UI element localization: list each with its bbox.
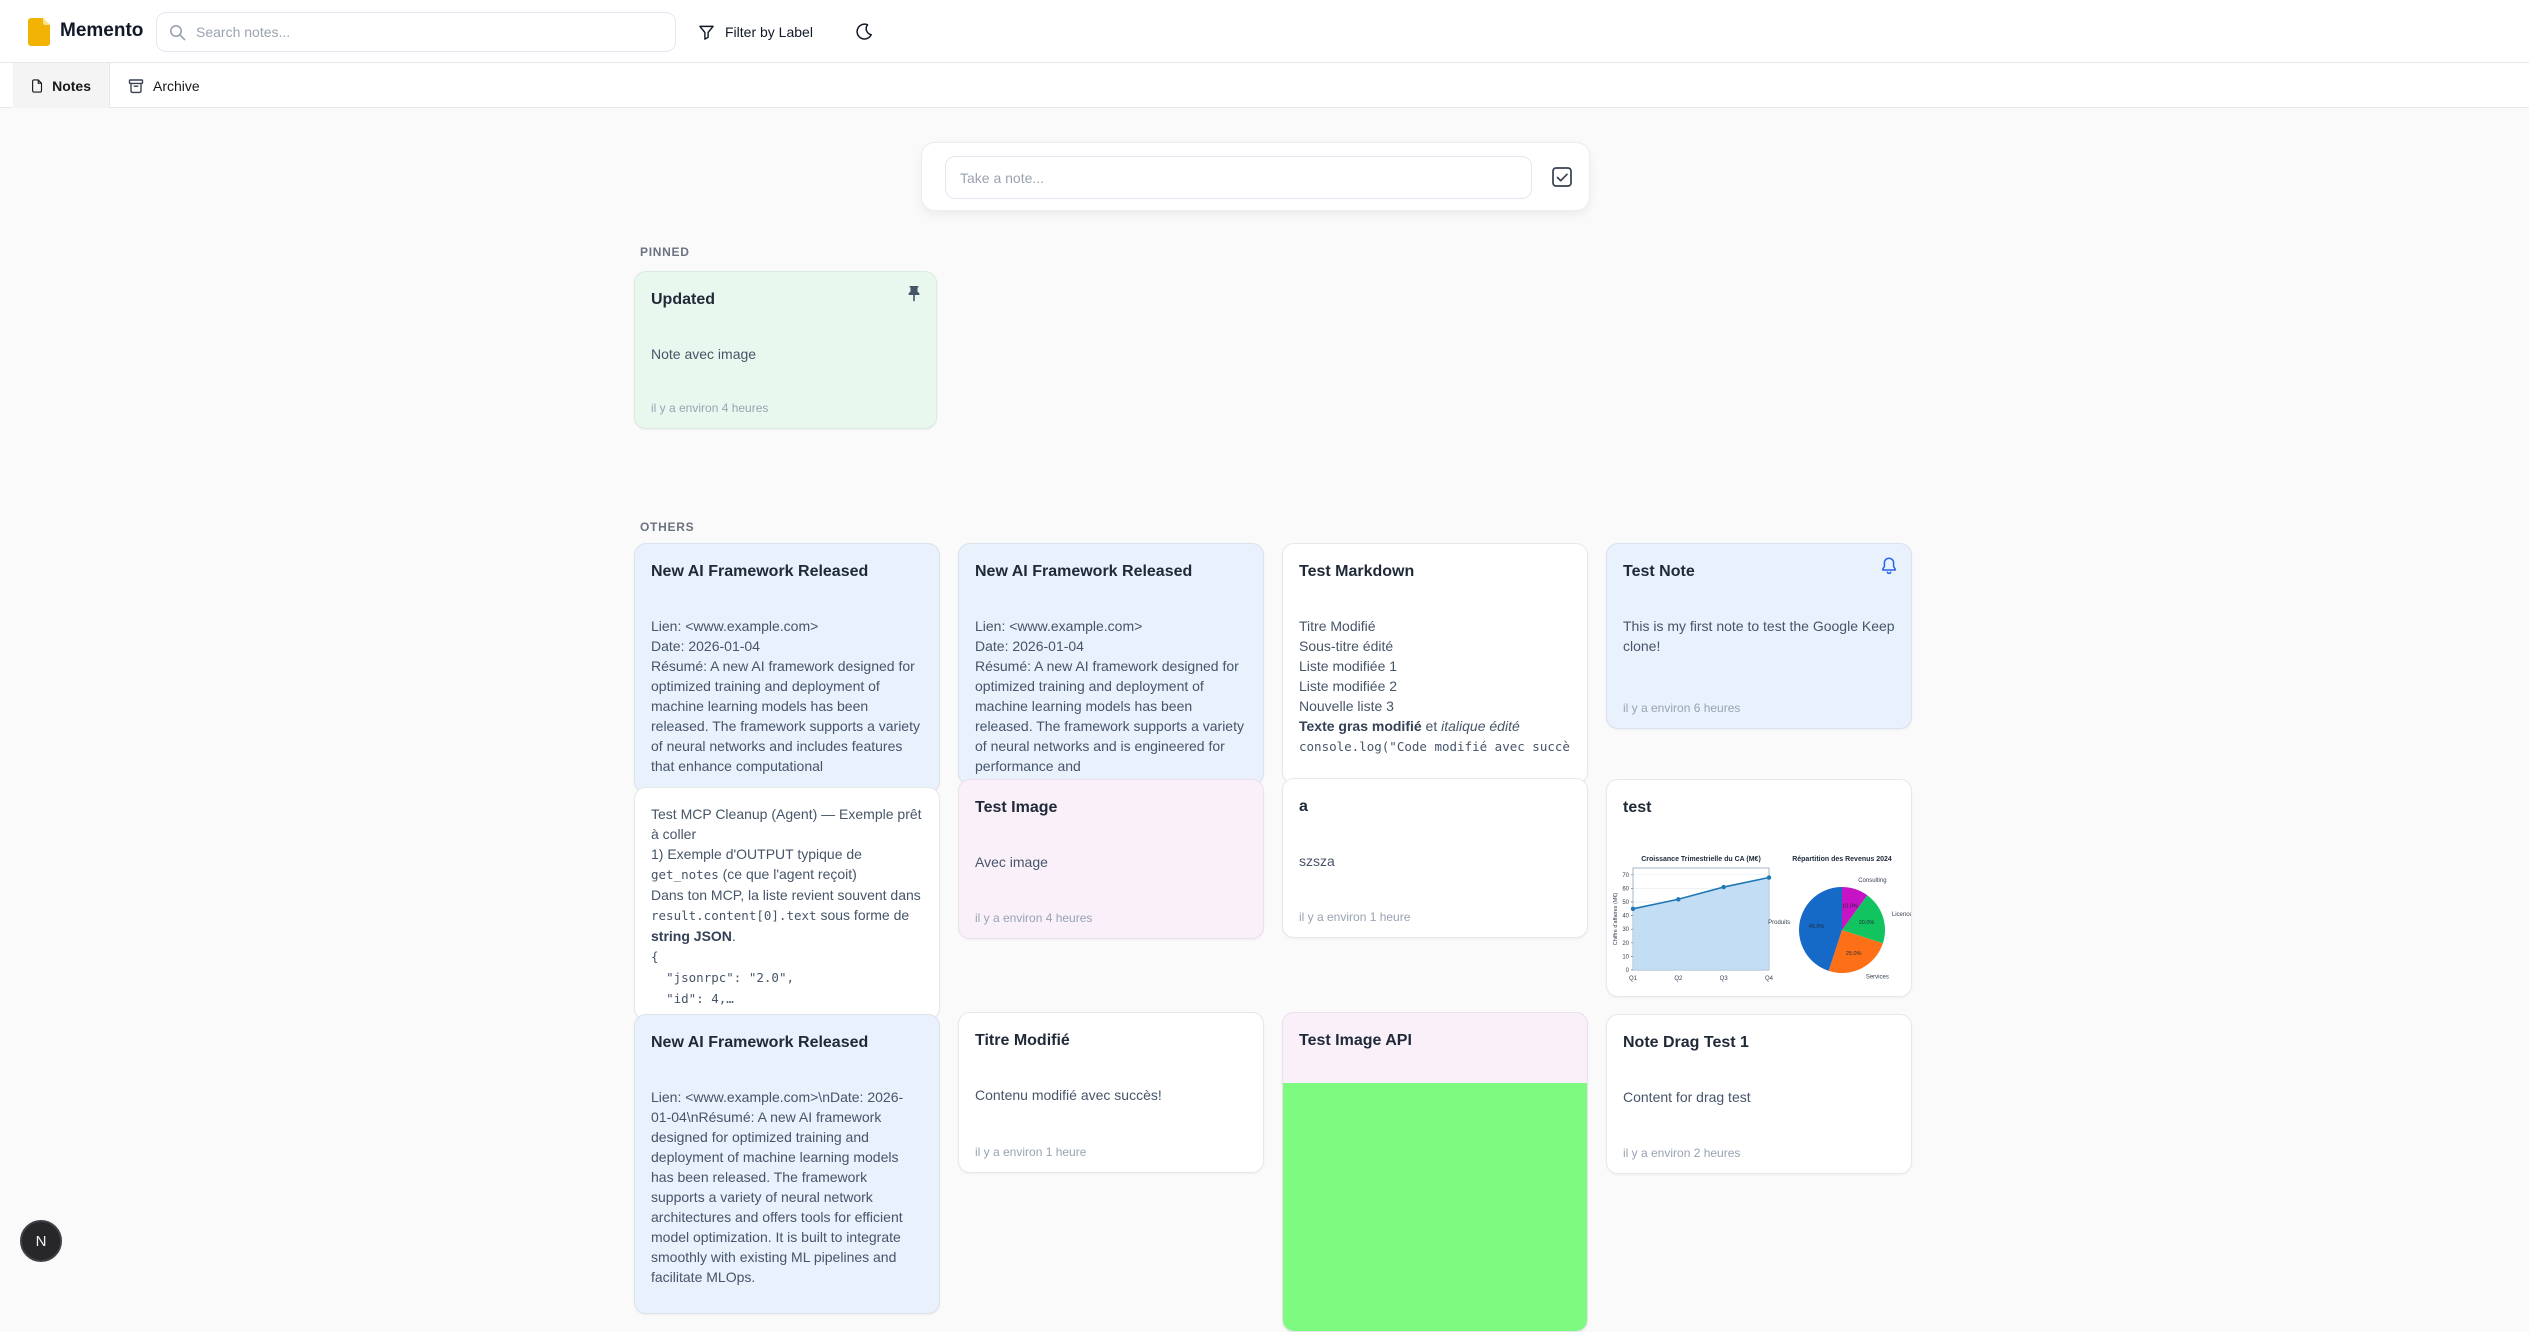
note-title: Test Image API: [1299, 1029, 1571, 1053]
note-card-updated[interactable]: Updated Note avec image il y a environ 4…: [634, 271, 937, 429]
svg-text:Chiffre d'affaires (M€): Chiffre d'affaires (M€): [1613, 893, 1619, 946]
note-title: Test Note: [1623, 560, 1895, 584]
line-chart-image: 0 10 20 30 40 50 60 70 Q1 Q2 Q3 Q4 Croissance Trimes…: [1611, 852, 1776, 992]
note-composer[interactable]: [921, 142, 1590, 211]
note-title: New AI Framework Released: [651, 560, 923, 584]
svg-text:25.0%: 25.0%: [1846, 951, 1862, 957]
tab-notes[interactable]: Notes: [13, 63, 110, 108]
note-title: New AI Framework Released: [975, 560, 1247, 584]
note-card-test-image-api[interactable]: Test Image API: [1282, 1012, 1588, 1332]
note-timestamp: il y a environ 4 heures: [651, 401, 768, 415]
note-image-green: [1283, 1083, 1587, 1332]
app-title: Memento: [60, 20, 143, 42]
note-body: Test MCP Cleanup (Agent) — Exemple prêt …: [651, 804, 923, 1009]
svg-text:Q4: Q4: [1765, 976, 1774, 982]
svg-text:Répartition des Revenus 2024: Répartition des Revenus 2024: [1792, 856, 1892, 863]
avatar-initial: N: [36, 1233, 47, 1250]
filter-by-label-text: Filter by Label: [725, 24, 813, 40]
note-body: Lien: <www.example.com> Date: 2026-01-04…: [651, 616, 923, 776]
svg-text:Croissance Trimestrielle du CA: Croissance Trimestrielle du CA (M€): [1641, 856, 1761, 863]
note-chart-images: 0 10 20 30 40 50 60 70 Q1 Q2 Q3 Q4 Croissance Trimes…: [1611, 852, 1907, 992]
note-title: a: [1299, 795, 1571, 819]
note-card-ai-framework-2[interactable]: New AI Framework Released Lien: <www.exa…: [958, 543, 1264, 785]
note-title: New AI Framework Released: [651, 1031, 923, 1055]
reminder-bell-icon[interactable]: [1879, 556, 1899, 576]
others-section-label: OTHERS: [640, 520, 694, 534]
note-timestamp: il y a environ 4 heures: [975, 911, 1092, 925]
search-box[interactable]: [156, 12, 676, 52]
note-card-titre-modifie[interactable]: Titre Modifié Contenu modifié avec succè…: [958, 1012, 1264, 1173]
svg-text:10: 10: [1622, 954, 1629, 960]
note-card-test-charts[interactable]: test 0 10 20 30 40 50 60 70 Q1 Q2 Q3 Q4 Croissance T…: [1606, 779, 1912, 997]
moon-icon: [855, 23, 873, 41]
svg-text:30: 30: [1622, 927, 1629, 933]
svg-text:0: 0: [1626, 968, 1630, 974]
svg-text:Services: Services: [1866, 975, 1889, 981]
note-body: Contenu modifié avec succès!: [975, 1085, 1247, 1105]
note-title: Updated: [651, 288, 920, 312]
svg-text:60: 60: [1622, 886, 1629, 892]
svg-text:20: 20: [1622, 941, 1629, 947]
note-body: Lien: <www.example.com>\nDate: 2026-01-0…: [651, 1087, 923, 1287]
note-card-ai-framework-3[interactable]: New AI Framework Released Lien: <www.exa…: [634, 1014, 940, 1314]
svg-text:Consulting: Consulting: [1858, 878, 1886, 884]
note-timestamp: il y a environ 1 heure: [1299, 910, 1410, 924]
svg-text:45.0%: 45.0%: [1809, 924, 1825, 930]
composer-input-wrap: [945, 156, 1532, 199]
dark-mode-toggle[interactable]: [846, 14, 882, 50]
note-title: Note Drag Test 1: [1623, 1031, 1895, 1055]
note-card-test-note[interactable]: Test Note This is my first note to test …: [1606, 543, 1912, 729]
archive-box-icon: [128, 78, 144, 94]
svg-text:70: 70: [1622, 873, 1629, 879]
tab-bar: Notes Archive: [0, 63, 2529, 108]
note-body: Content for drag test: [1623, 1087, 1895, 1107]
notes-grid: New AI Framework Released Lien: <www.exa…: [634, 543, 1916, 1277]
note-title: Titre Modifié: [975, 1029, 1247, 1053]
pinned-section-label: PINNED: [640, 245, 690, 259]
pin-icon[interactable]: [904, 284, 924, 304]
user-avatar[interactable]: N: [20, 1220, 62, 1262]
tab-archive[interactable]: Archive: [110, 63, 218, 108]
svg-text:Produits: Produits: [1768, 920, 1790, 926]
note-title: Test Markdown: [1299, 560, 1571, 584]
pie-chart-image: 45.0%Produits25.0%Services20.0%Licences1…: [1782, 852, 1907, 992]
note-timestamp: il y a environ 2 heures: [1623, 1146, 1740, 1160]
note-title: test: [1623, 796, 1895, 820]
note-timestamp: il y a environ 6 heures: [1623, 701, 1740, 715]
svg-text:50: 50: [1622, 900, 1629, 906]
svg-text:40: 40: [1622, 914, 1629, 920]
note-card-test-image[interactable]: Test Image Avec image il y a environ 4 h…: [958, 779, 1264, 939]
filter-by-label-button[interactable]: Filter by Label: [690, 14, 821, 50]
note-card-drag-test[interactable]: Note Drag Test 1 Content for drag test i…: [1606, 1014, 1912, 1174]
app-header: Memento Filter by Label: [0, 0, 2529, 63]
filter-funnel-icon: [698, 24, 715, 41]
svg-text:Q3: Q3: [1720, 976, 1729, 982]
search-icon: [169, 24, 186, 41]
note-body: Lien: <www.example.com> Date: 2026-01-04…: [975, 616, 1247, 776]
note-body: Note avec image: [651, 344, 920, 364]
take-a-note-input[interactable]: [960, 170, 1517, 186]
note-body: szsza: [1299, 851, 1571, 871]
svg-text:10.0%: 10.0%: [1842, 903, 1858, 909]
note-body: This is my first note to test the Google…: [1623, 616, 1895, 656]
note-timestamp: il y a environ 1 heure: [975, 1145, 1086, 1159]
note-file-icon: [31, 78, 43, 94]
svg-text:Q2: Q2: [1674, 976, 1683, 982]
tab-archive-label: Archive: [153, 78, 200, 94]
note-title: Test Image: [975, 796, 1247, 820]
svg-text:20.0%: 20.0%: [1859, 920, 1875, 926]
note-card-ai-framework-1[interactable]: New AI Framework Released Lien: <www.exa…: [634, 543, 940, 793]
note-card-mcp-cleanup[interactable]: Test MCP Cleanup (Agent) — Exemple prêt …: [634, 787, 940, 1020]
svg-text:Q1: Q1: [1629, 976, 1638, 982]
app-logo-icon: [26, 18, 52, 46]
note-card-test-markdown[interactable]: Test Markdown Titre Modifié Sous-titre é…: [1282, 543, 1588, 784]
note-body: Avec image: [975, 852, 1247, 872]
new-checklist-icon[interactable]: [1551, 166, 1573, 188]
note-body: Titre Modifié Sous-titre édité Liste mod…: [1299, 616, 1571, 757]
tab-notes-label: Notes: [52, 78, 91, 94]
search-input[interactable]: [196, 24, 663, 40]
note-card-a[interactable]: a szsza il y a environ 1 heure: [1282, 778, 1588, 938]
svg-text:Licences: Licences: [1892, 912, 1912, 918]
